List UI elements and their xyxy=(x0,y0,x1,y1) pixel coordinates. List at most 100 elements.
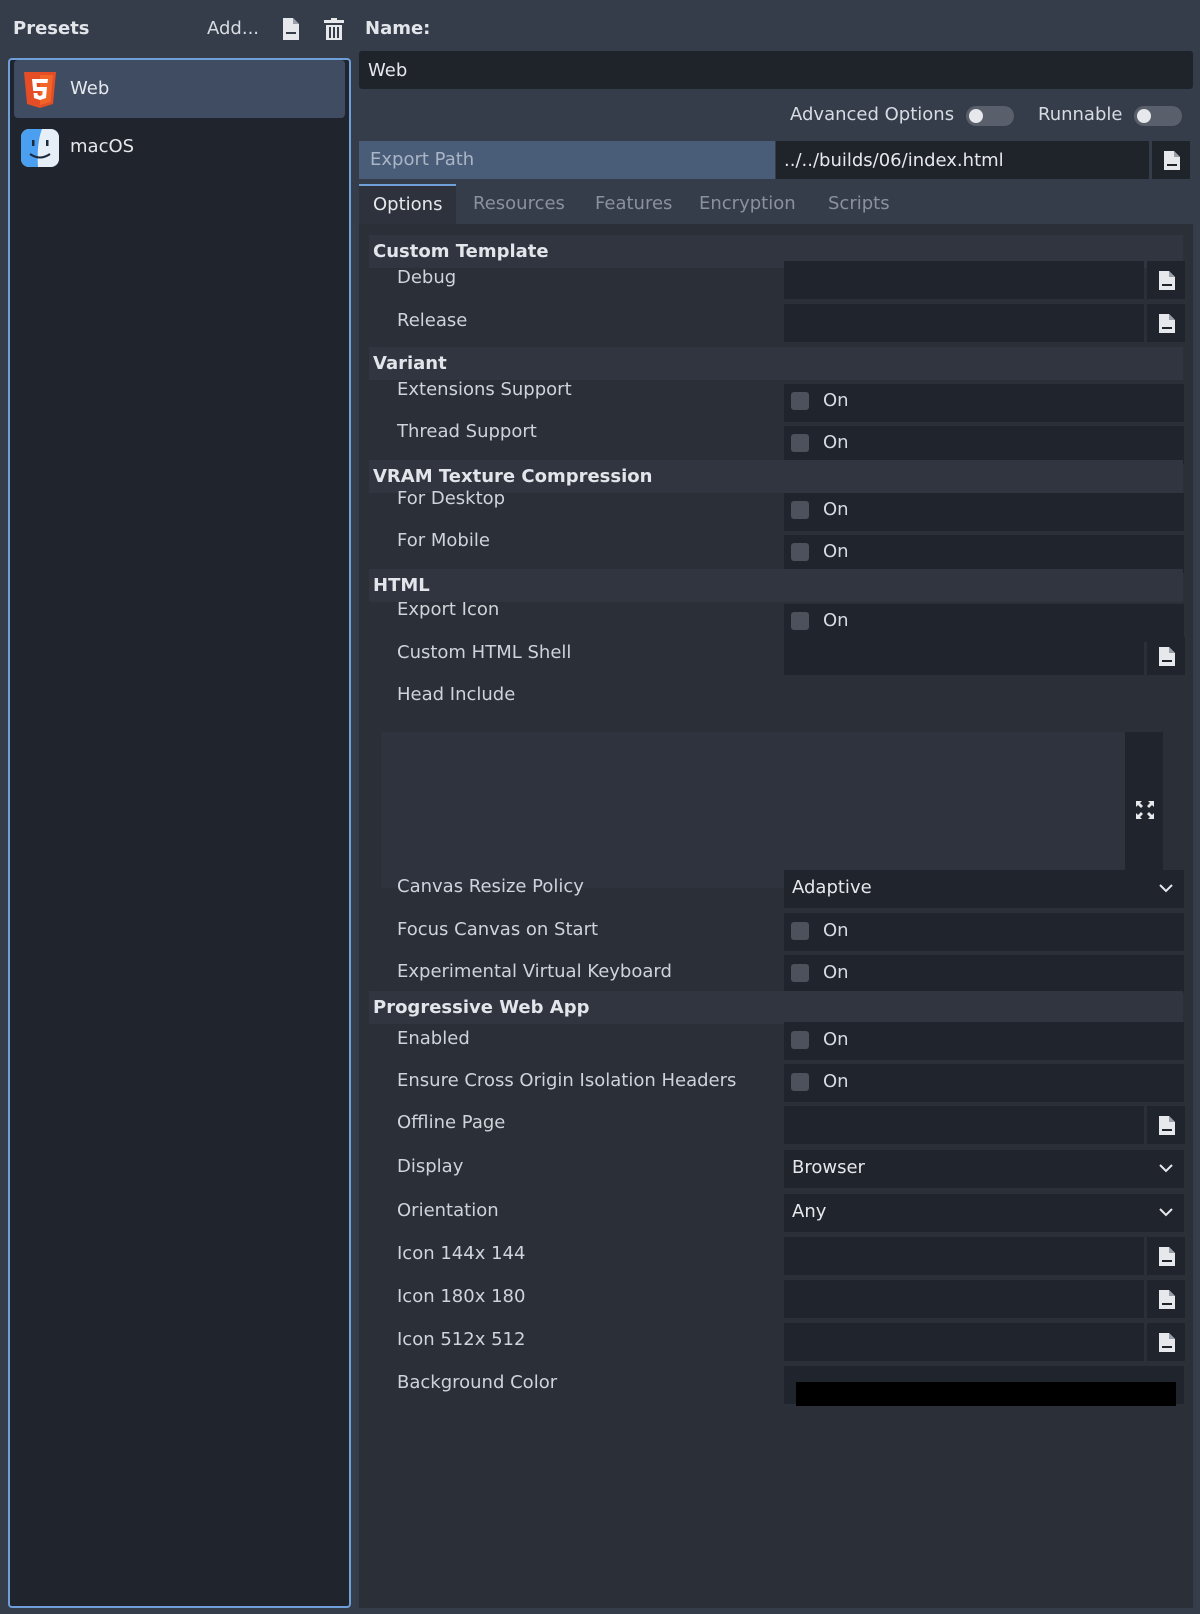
head-include-textarea[interactable] xyxy=(381,732,1125,888)
file-icon xyxy=(1159,314,1175,333)
icon-144-field[interactable] xyxy=(784,1237,1144,1275)
pwa-enabled-label: Enabled xyxy=(397,1028,470,1049)
file-icon xyxy=(1159,1290,1175,1309)
add-preset-button[interactable]: Add... xyxy=(207,18,259,39)
presets-title: Presets xyxy=(13,18,90,39)
for-desktop-label: For Desktop xyxy=(397,488,506,509)
release-browse-button[interactable] xyxy=(1147,304,1185,342)
debug-browse-button[interactable] xyxy=(1147,261,1185,299)
offline-page-label: Offline Page xyxy=(397,1112,506,1133)
canvas-resize-policy-value: Adaptive xyxy=(792,877,872,898)
focus-canvas-label: Focus Canvas on Start xyxy=(397,919,599,940)
focus-canvas-checkbox[interactable] xyxy=(791,922,809,940)
offline-page-browse-button[interactable] xyxy=(1147,1106,1185,1144)
file-icon xyxy=(1159,1333,1175,1352)
delete-preset-button[interactable] xyxy=(324,18,346,40)
extensions-support-label: Extensions Support xyxy=(397,379,572,400)
tab-bar: Options Resources Features Encryption Sc… xyxy=(359,184,1193,224)
chevron-down-icon xyxy=(1159,884,1173,893)
file-icon xyxy=(1159,1247,1175,1266)
icon-512-label: Icon 512x 512 xyxy=(397,1329,526,1350)
tab-encryption[interactable]: Encryption xyxy=(685,184,810,224)
expand-editor-button[interactable] xyxy=(1125,732,1163,888)
file-icon xyxy=(1164,151,1180,170)
section-progressive-web-app: Progressive Web App xyxy=(369,991,1183,1024)
custom-html-shell-field[interactable] xyxy=(784,637,1144,675)
expand-icon xyxy=(1136,801,1154,819)
tab-scripts[interactable]: Scripts xyxy=(814,184,904,224)
orientation-dropdown[interactable] xyxy=(784,1194,1184,1232)
thread-support-label: Thread Support xyxy=(397,421,537,442)
background-color-label: Background Color xyxy=(397,1372,558,1393)
preset-list: Web macOS xyxy=(8,58,351,1608)
on-text: On xyxy=(823,390,849,411)
head-include-label: Head Include xyxy=(397,684,516,705)
preset-item-label: Web xyxy=(70,78,110,99)
background-color-picker[interactable] xyxy=(796,1382,1176,1406)
on-text: On xyxy=(823,541,849,562)
icon-180-field[interactable] xyxy=(784,1280,1144,1318)
cross-origin-checkbox[interactable] xyxy=(791,1073,809,1091)
cross-origin-label: Ensure Cross Origin Isolation Headers xyxy=(397,1070,737,1091)
file-icon xyxy=(1159,271,1175,290)
icon-512-browse-button[interactable] xyxy=(1147,1323,1185,1361)
tab-features[interactable]: Features xyxy=(581,184,686,224)
chevron-down-icon xyxy=(1159,1208,1173,1217)
html5-icon xyxy=(24,72,56,108)
runnable-toggle[interactable] xyxy=(1134,106,1182,126)
icon-144-browse-button[interactable] xyxy=(1147,1237,1185,1275)
duplicate-file-icon xyxy=(283,18,299,40)
export-path-browse-button[interactable] xyxy=(1152,141,1190,179)
tab-resources[interactable]: Resources xyxy=(459,184,579,224)
trash-icon xyxy=(324,18,344,40)
icon-144-label: Icon 144x 144 xyxy=(397,1243,526,1264)
canvas-resize-policy-label: Canvas Resize Policy xyxy=(397,876,584,897)
tab-options[interactable]: Options xyxy=(359,184,457,224)
export-path-label: Export Path xyxy=(359,141,775,179)
section-html: HTML xyxy=(369,569,1183,602)
virtual-keyboard-label: Experimental Virtual Keyboard xyxy=(397,961,672,982)
offline-page-field[interactable] xyxy=(784,1106,1144,1144)
debug-template-field[interactable] xyxy=(784,261,1144,299)
on-text: On xyxy=(823,1071,849,1092)
icon-180-browse-button[interactable] xyxy=(1147,1280,1185,1318)
advanced-options-label: Advanced Options xyxy=(790,104,955,125)
on-text: On xyxy=(823,610,849,631)
advanced-options-toggle[interactable] xyxy=(966,106,1014,126)
section-variant: Variant xyxy=(369,347,1183,380)
file-icon xyxy=(1159,1116,1175,1135)
icon-180-label: Icon 180x 180 xyxy=(397,1286,526,1307)
on-text: On xyxy=(823,499,849,520)
custom-html-shell-browse-button[interactable] xyxy=(1147,637,1185,675)
chevron-down-icon xyxy=(1159,1164,1173,1173)
pwa-enabled-checkbox[interactable] xyxy=(791,1031,809,1049)
icon-512-field[interactable] xyxy=(784,1323,1144,1361)
for-mobile-label: For Mobile xyxy=(397,530,490,551)
finder-icon xyxy=(21,129,59,167)
orientation-value: Any xyxy=(792,1201,827,1222)
release-label: Release xyxy=(397,310,468,331)
display-label: Display xyxy=(397,1156,464,1177)
orientation-label: Orientation xyxy=(397,1200,499,1221)
custom-html-shell-label: Custom HTML Shell xyxy=(397,642,572,663)
options-panel: Custom Template Debug Release Variant Ex… xyxy=(359,224,1193,1608)
export-icon-label: Export Icon xyxy=(397,599,500,620)
preset-item-macos[interactable]: macOS xyxy=(14,118,345,176)
on-text: On xyxy=(823,432,849,453)
name-input[interactable] xyxy=(359,51,1193,89)
debug-label: Debug xyxy=(397,267,457,288)
export-path-input[interactable] xyxy=(776,141,1149,179)
on-text: On xyxy=(823,920,849,941)
preset-item-web[interactable]: Web xyxy=(14,60,345,118)
file-icon xyxy=(1159,647,1175,666)
extensions-support-checkbox[interactable] xyxy=(791,392,809,410)
release-template-field[interactable] xyxy=(784,304,1144,342)
virtual-keyboard-checkbox[interactable] xyxy=(791,964,809,982)
on-text: On xyxy=(823,1029,849,1050)
duplicate-preset-button[interactable] xyxy=(282,18,302,40)
for-mobile-checkbox[interactable] xyxy=(791,543,809,561)
export-icon-checkbox[interactable] xyxy=(791,612,809,630)
for-desktop-checkbox[interactable] xyxy=(791,501,809,519)
name-label: Name: xyxy=(365,18,431,39)
thread-support-checkbox[interactable] xyxy=(791,434,809,452)
